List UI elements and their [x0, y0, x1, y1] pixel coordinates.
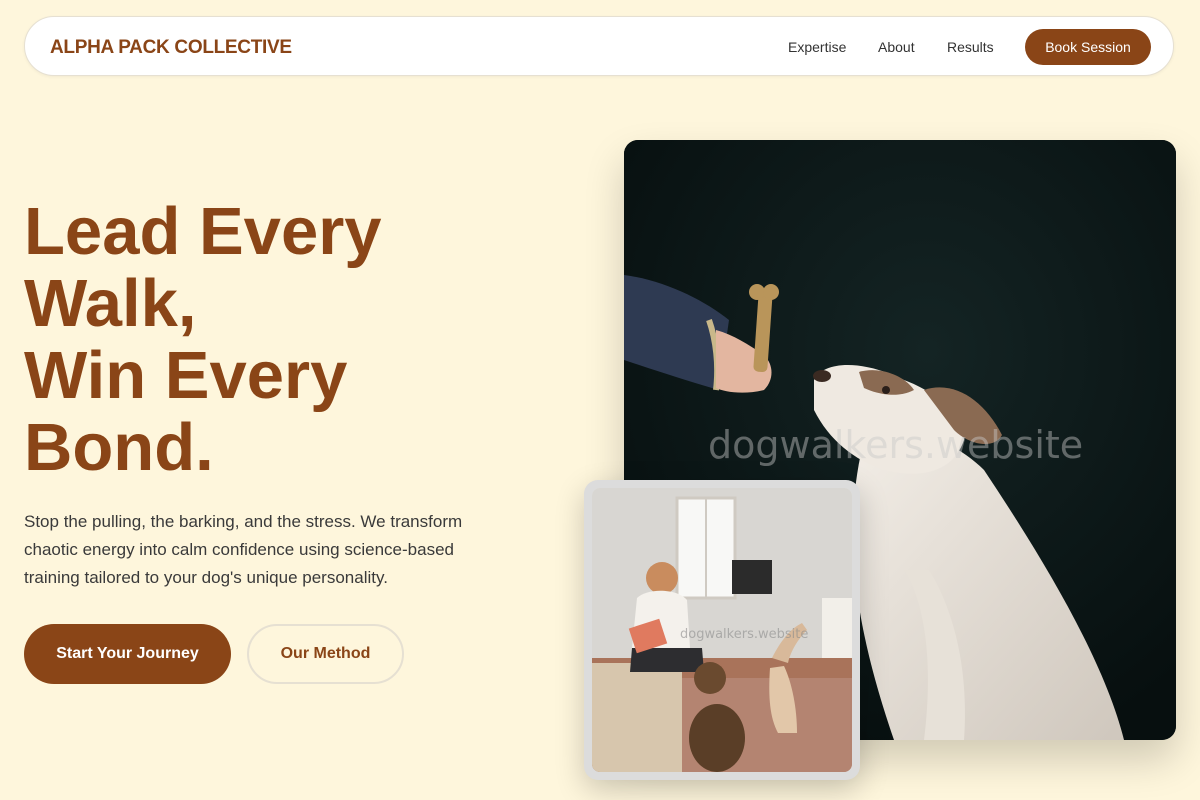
start-journey-button[interactable]: Start Your Journey	[24, 624, 231, 684]
hero-headline: Lead Every Walk, Win Every Bond.	[24, 196, 382, 484]
nav-link-results[interactable]: Results	[947, 39, 994, 55]
brand-logo[interactable]: ALPHA PACK COLLECTIVE	[50, 37, 292, 59]
hero-description: Stop the pulling, the barking, and the s…	[24, 512, 463, 587]
headline-line: Walk,	[24, 266, 197, 341]
photo-watermark: dogwalkers.website	[708, 423, 1084, 467]
top-nav: ALPHA PACK COLLECTIVE Expertise About Re…	[24, 16, 1174, 76]
headline-line: Win Every	[24, 338, 348, 413]
book-session-button[interactable]: Book Session	[1025, 29, 1151, 65]
nav-link-expertise[interactable]: Expertise	[788, 39, 846, 55]
inset-photo-frame: dogwalkers.website	[584, 480, 860, 780]
headline-line: Bond.	[24, 410, 214, 485]
inset-watermark: dogwalkers.website	[680, 627, 809, 642]
inset-training-photo: dogwalkers.website	[592, 488, 852, 772]
headline-line: Lead Every	[24, 194, 382, 269]
nav-link-about[interactable]: About	[878, 39, 915, 55]
our-method-button[interactable]: Our Method	[247, 624, 404, 684]
